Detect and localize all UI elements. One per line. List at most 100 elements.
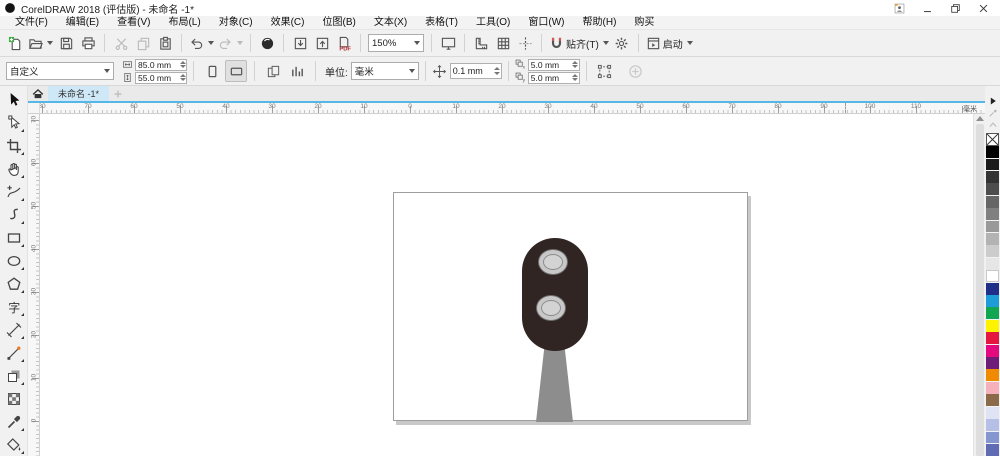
color-swatch[interactable] (986, 146, 999, 159)
palette-scroll-up-icon[interactable] (986, 119, 999, 131)
scroll-up-icon[interactable] (975, 116, 984, 121)
menu-item-6[interactable]: 效果(C) (262, 16, 314, 30)
traffic-light-lower-lamp[interactable] (536, 295, 566, 321)
color-swatch[interactable] (986, 208, 999, 221)
search-content-button[interactable] (256, 32, 278, 54)
palette-eyedropper-icon[interactable] (986, 107, 999, 119)
crop-tool[interactable] (2, 134, 26, 157)
drop-shadow-tool[interactable] (2, 364, 26, 387)
dimension-tool[interactable] (2, 318, 26, 341)
rectangle-tool[interactable] (2, 226, 26, 249)
color-swatch[interactable] (986, 419, 999, 431)
color-swatch[interactable] (986, 158, 999, 171)
artistic-media-tool[interactable] (2, 203, 26, 226)
page-height-stepper[interactable] (179, 72, 186, 83)
snap-to-button[interactable]: 贴齐(T) (547, 32, 611, 54)
duplicate-y-stepper[interactable] (572, 72, 579, 83)
polygon-tool[interactable] (2, 272, 26, 295)
tab-overflow-icon[interactable] (986, 95, 999, 107)
maximize-button[interactable] (948, 2, 962, 15)
fullscreen-preview-button[interactable] (437, 32, 459, 54)
color-swatch[interactable] (986, 295, 999, 307)
show-rulers-button[interactable] (470, 32, 492, 54)
nudge-stepper[interactable] (494, 66, 501, 77)
menu-item-12[interactable]: 帮助(H) (574, 16, 626, 30)
minimize-button[interactable] (920, 2, 934, 15)
freehand-tool[interactable] (2, 180, 26, 203)
traffic-light-pole[interactable] (536, 349, 573, 422)
color-swatch[interactable] (986, 257, 999, 270)
color-swatch[interactable] (986, 170, 999, 183)
menu-item-2[interactable]: 编辑(E) (57, 16, 108, 30)
color-swatch[interactable] (986, 183, 999, 196)
drawing-page[interactable] (393, 192, 748, 422)
undo-button[interactable] (187, 32, 216, 54)
color-swatch[interactable] (986, 319, 999, 332)
vertical-scrollbar[interactable] (973, 114, 985, 456)
new-document-button[interactable] (4, 32, 26, 54)
shape-tool[interactable] (2, 111, 26, 134)
traffic-light-upper-lamp[interactable] (538, 249, 568, 275)
portrait-button[interactable] (201, 60, 223, 82)
color-swatch[interactable] (986, 344, 999, 357)
ellipse-tool[interactable] (2, 249, 26, 272)
color-swatch[interactable] (986, 394, 999, 407)
add-perspective-button[interactable] (625, 60, 647, 82)
menu-item-8[interactable]: 文本(X) (365, 16, 416, 30)
account-icon[interactable] (892, 2, 906, 15)
scrollbar-thumb[interactable] (975, 124, 984, 456)
current-page-button[interactable] (286, 60, 308, 82)
interactive-fill-tool[interactable] (2, 433, 26, 456)
color-swatch[interactable] (986, 332, 999, 345)
nudge-distance-field[interactable]: 0.1 mm (449, 63, 502, 79)
menu-item-10[interactable]: 工具(O) (467, 16, 519, 30)
menu-item-11[interactable]: 窗口(W) (519, 16, 573, 30)
canvas[interactable] (40, 114, 973, 456)
all-pages-button[interactable] (262, 60, 284, 82)
page-width-stepper[interactable] (179, 59, 186, 70)
cut-button[interactable] (110, 32, 132, 54)
menu-item-3[interactable]: 查看(V) (108, 16, 159, 30)
menu-item-7[interactable]: 位图(B) (313, 16, 364, 30)
save-button[interactable] (55, 32, 77, 54)
new-tab-button[interactable] (109, 86, 127, 101)
color-swatch[interactable] (986, 270, 999, 283)
duplicate-y-field[interactable]: 5.0 mm (527, 71, 580, 84)
show-grid-button[interactable] (492, 32, 514, 54)
eyedropper-tool[interactable] (2, 410, 26, 433)
open-button[interactable] (26, 32, 55, 54)
transparency-tool[interactable] (2, 387, 26, 410)
color-swatch[interactable] (986, 369, 999, 382)
menu-item-5[interactable]: 对象(C) (210, 16, 262, 30)
text-tool[interactable]: 字 (2, 295, 26, 318)
launch-button[interactable]: 启动 (644, 32, 695, 54)
color-swatch[interactable] (986, 381, 999, 394)
welcome-tab[interactable] (28, 86, 48, 101)
color-swatch[interactable] (986, 282, 999, 295)
color-swatch[interactable] (986, 443, 999, 456)
menu-item-13[interactable]: 购买 (625, 16, 663, 30)
zoom-level-combo[interactable]: 150% (368, 34, 424, 52)
document-tab-active[interactable]: 未命名 -1* (48, 86, 110, 101)
no-color-swatch[interactable] (986, 132, 999, 146)
color-swatch[interactable] (986, 245, 999, 258)
duplicate-x-field[interactable]: 5.0 mm (527, 58, 580, 71)
close-button[interactable] (976, 2, 990, 15)
color-swatch[interactable] (986, 406, 999, 419)
page-width-field[interactable]: 85.0 mm (135, 58, 187, 71)
units-combo[interactable]: 毫米 (350, 62, 419, 80)
landscape-button[interactable] (225, 60, 247, 82)
import-button[interactable] (289, 32, 311, 54)
paste-button[interactable] (154, 32, 176, 54)
menu-item-9[interactable]: 表格(T) (416, 16, 467, 30)
vertical-ruler[interactable]: 70 60 50 40 30 20 10 0 (28, 114, 40, 456)
color-swatch[interactable] (986, 357, 999, 369)
print-button[interactable] (77, 32, 99, 54)
page-size-preset-combo[interactable]: 自定义 (6, 62, 114, 80)
show-guidelines-button[interactable] (514, 32, 536, 54)
duplicate-x-stepper[interactable] (572, 59, 579, 70)
menu-item-4[interactable]: 布局(L) (159, 16, 209, 30)
color-swatch[interactable] (986, 431, 999, 444)
color-swatch[interactable] (986, 195, 999, 208)
copy-button[interactable] (132, 32, 154, 54)
